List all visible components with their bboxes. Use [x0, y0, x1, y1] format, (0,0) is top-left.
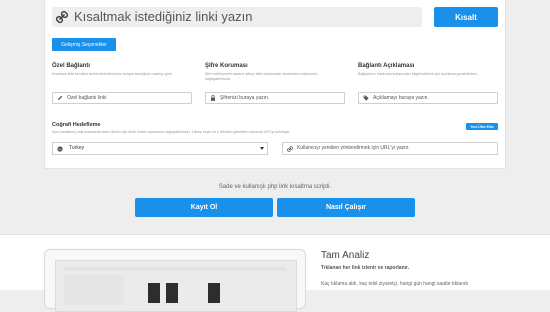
shorten-button[interactable]: Kısalt: [434, 7, 498, 27]
geo-desc: Aynı kısaltılmış linki kullanarak farklı…: [52, 130, 291, 134]
redirect-url-input[interactable]: [297, 143, 469, 153]
country-select-value: Turkey: [69, 145, 85, 151]
description-field: [358, 92, 498, 104]
redirect-url-field: [282, 142, 498, 155]
url-input-box: [52, 7, 422, 27]
link-icon: [56, 10, 68, 24]
mockup-chart-bar: [208, 283, 220, 303]
custom-link-input[interactable]: [67, 93, 178, 103]
analysis-title: Tam Analiz: [321, 250, 370, 261]
link-icon: [287, 146, 293, 152]
analysis-subtitle: Tıklanan her link izlenir ve raporlanır.: [321, 265, 410, 271]
custom-link-field: [52, 92, 192, 104]
description-title: Bağlantı Açıklaması: [358, 63, 415, 69]
password-title: Şifre Koruması: [205, 63, 248, 69]
register-button[interactable]: Kayıt Ol: [135, 198, 273, 217]
custom-link-desc: Kısaltılan linki kendiniz belirlemek ist…: [52, 72, 173, 76]
description-desc: Bağlantınız hakkında kullanıcıları bilgi…: [358, 72, 478, 76]
description-input[interactable]: [373, 93, 484, 103]
mockup-bar: [64, 267, 286, 271]
mockup-chart-bar: [166, 283, 178, 303]
country-select[interactable]: Turkey: [52, 142, 268, 155]
mockup-screen: [55, 260, 297, 312]
url-row: Kısalt: [52, 7, 498, 27]
chevron-down-icon: [260, 147, 264, 150]
tagline: Sade ve kullanışlı php link kısaltma scr…: [218, 184, 332, 190]
custom-link-section: Özel Bağlantı Kısaltılan linki kendiniz …: [52, 62, 192, 77]
pencil-icon: [58, 95, 63, 100]
add-country-button[interactable]: Yeni Ülke Ekle: [466, 123, 498, 130]
password-field: [205, 92, 345, 104]
password-desc: Şifre belirleyerek sadece şifreyi bilen …: [205, 72, 318, 81]
globe-icon: [57, 146, 63, 152]
description-section: Bağlantı Açıklaması Bağlantınız hakkında…: [358, 62, 498, 77]
dashboard-mockup-image: [44, 249, 306, 312]
url-input[interactable]: [74, 8, 414, 26]
tag-icon: [363, 95, 369, 101]
custom-link-title: Özel Bağlantı: [52, 63, 91, 69]
mockup-panel: [64, 275, 124, 305]
password-input[interactable]: [220, 93, 331, 103]
lock-icon: [211, 95, 215, 101]
password-section: Şifre Koruması Şifre belirleyerek sadece…: [205, 62, 345, 82]
how-it-works-button[interactable]: Nasıl Çalışır: [277, 198, 415, 217]
mockup-chart-bar: [148, 283, 160, 303]
geo-title: Coğrafi Hedefleme: [52, 122, 101, 128]
advanced-options-button[interactable]: Gelişmiş Seçenekler: [52, 38, 116, 51]
analysis-section: Tam Analiz Tıklanan her link izlenir ve …: [0, 234, 550, 312]
analysis-desc: Kaç tıklama aldı, kaç tekil ziyaretçi, h…: [321, 281, 469, 287]
